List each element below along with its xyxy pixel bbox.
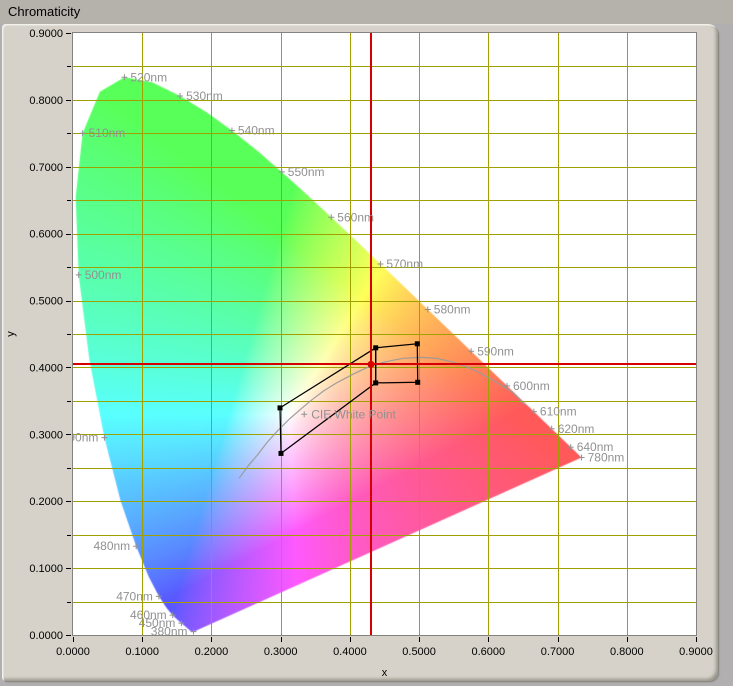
chromaticity-plot-area[interactable] bbox=[73, 33, 696, 635]
window-title: Chromaticity bbox=[0, 0, 80, 23]
window-titlebar[interactable]: Chromaticity bbox=[0, 0, 733, 24]
